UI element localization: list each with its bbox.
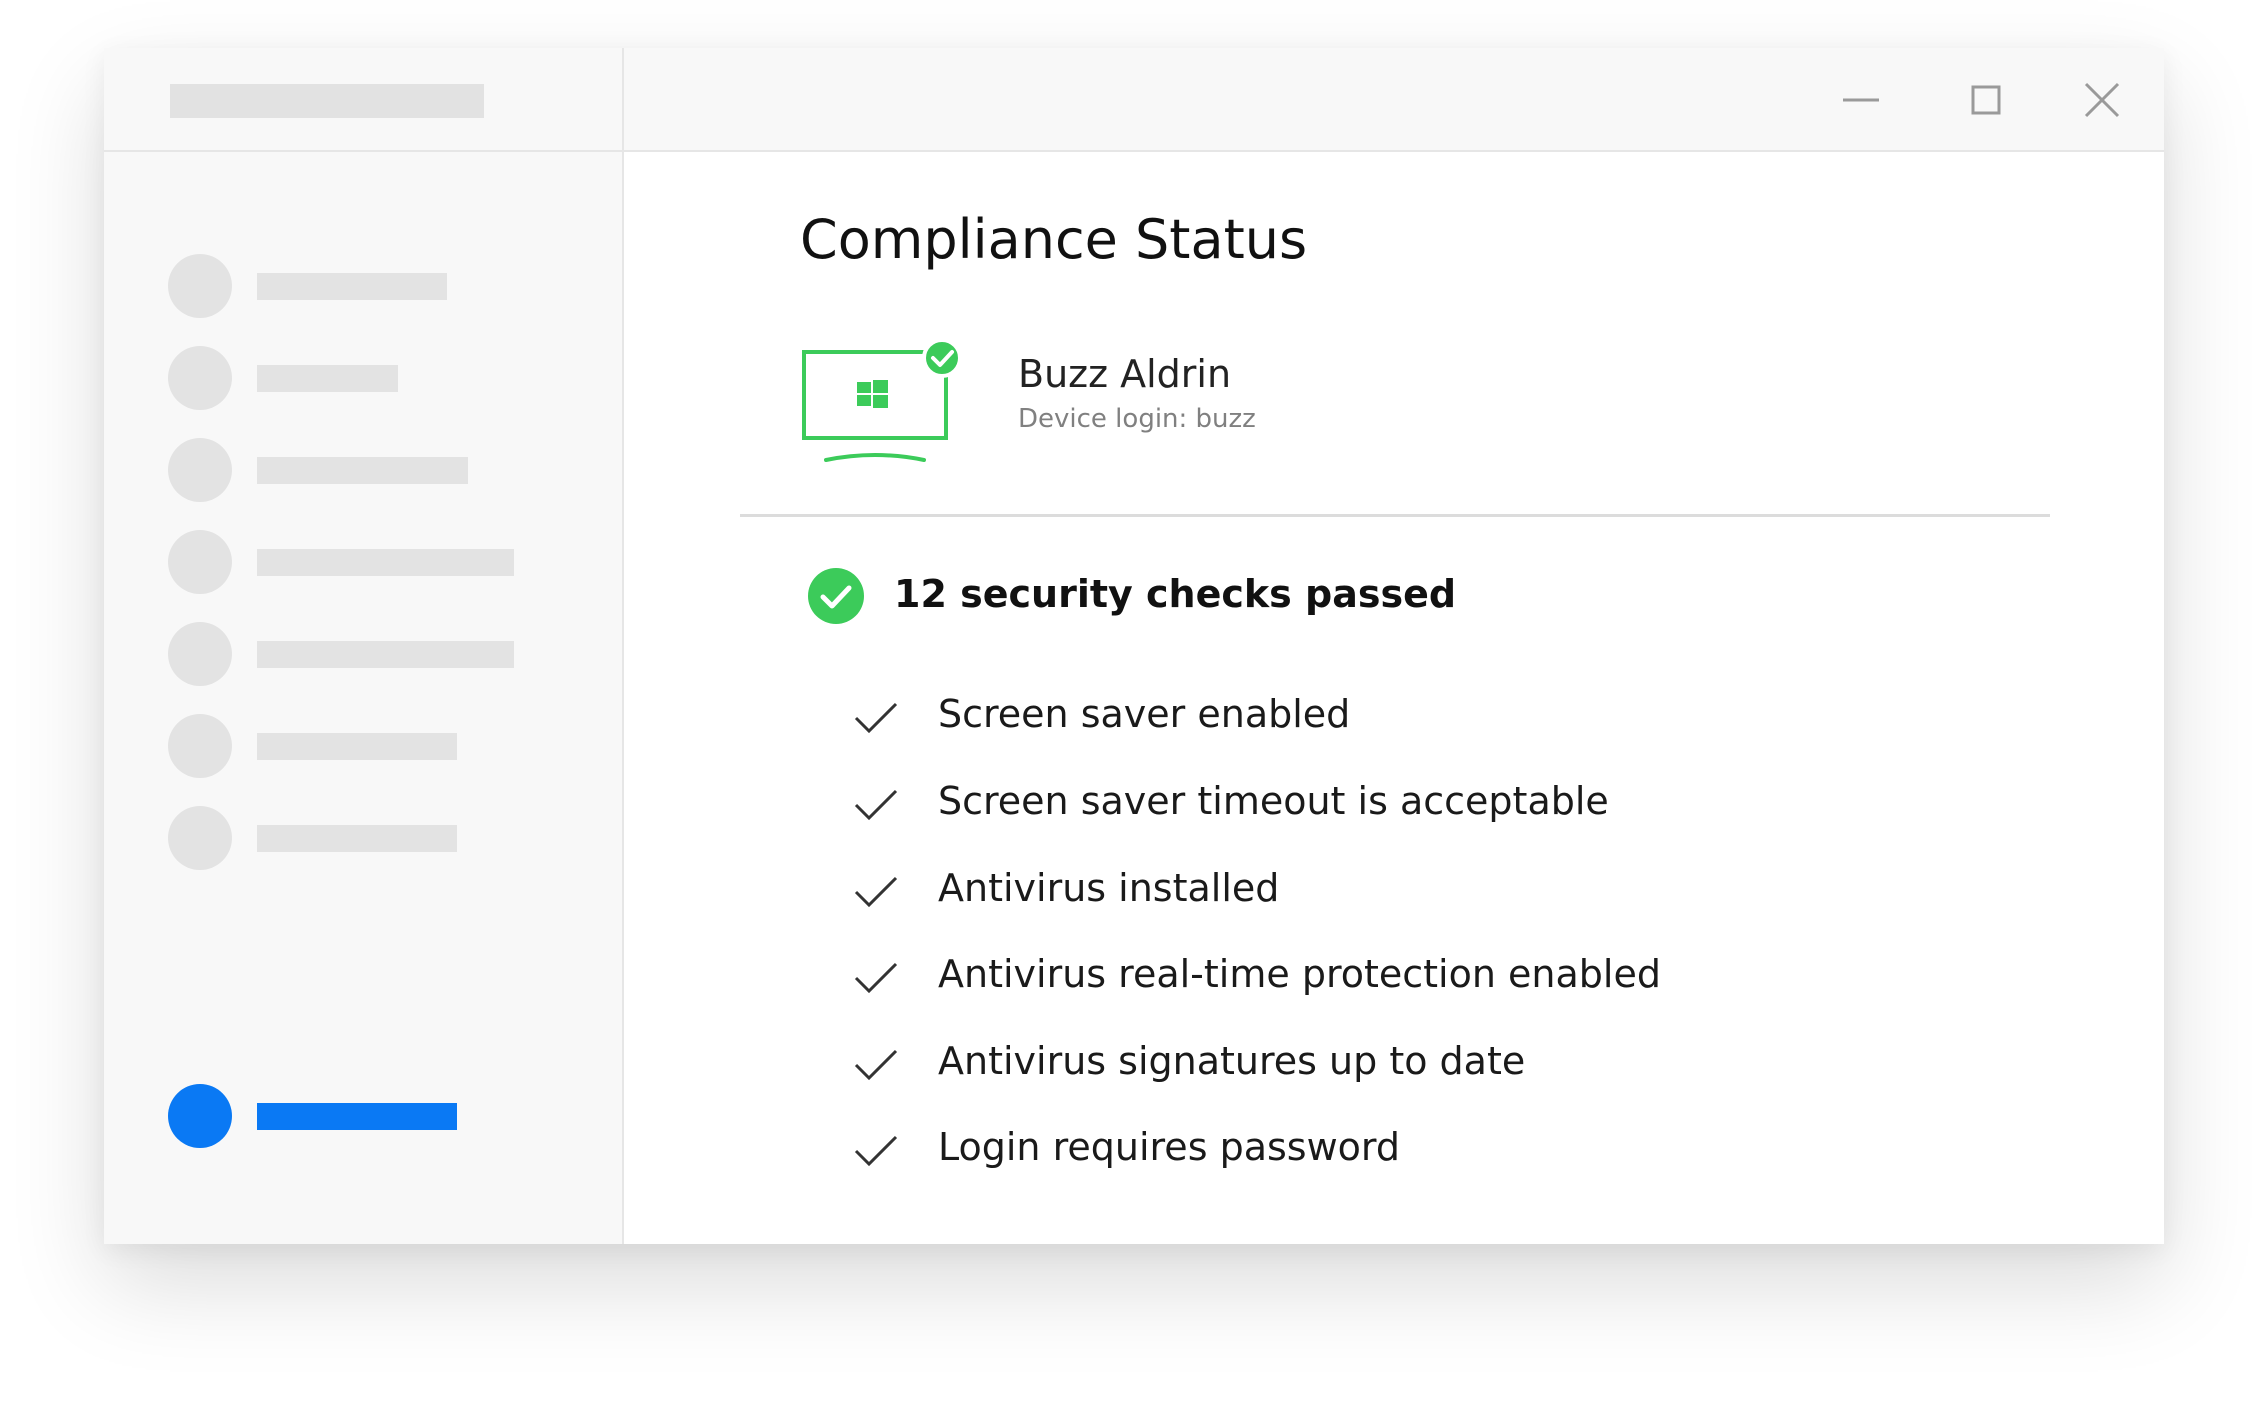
sidebar-item-label-placeholder <box>257 733 457 760</box>
check-label: Screen saver timeout is acceptable <box>938 779 1609 823</box>
sidebar-item-label-placeholder <box>257 641 514 668</box>
check-item: Screen saver enabled <box>852 688 1952 748</box>
check-label: Login requires password <box>938 1125 1400 1169</box>
sidebar-item-1[interactable] <box>168 254 568 318</box>
sidebar-item-icon-placeholder <box>168 254 232 318</box>
maximize-button[interactable] <box>1962 76 2010 124</box>
sidebar-item-label-placeholder <box>257 365 398 392</box>
sidebar-item-label-placeholder <box>257 457 468 484</box>
checkmark-icon <box>854 876 898 908</box>
check-item: Login requires password <box>852 1121 1952 1181</box>
sidebar-item-label-placeholder <box>257 273 447 300</box>
page-title: Compliance Status <box>800 208 1308 271</box>
app-window: Compliance Status Buzz Aldrin Device log… <box>104 48 2164 1244</box>
check-label: Antivirus installed <box>938 866 1280 910</box>
sidebar-item-icon-placeholder <box>168 1084 232 1148</box>
app-title-placeholder <box>170 84 484 118</box>
sidebar-item-active[interactable] <box>168 1084 568 1148</box>
close-icon <box>2084 82 2120 118</box>
sidebar-item-3[interactable] <box>168 438 568 502</box>
compliant-device-icon <box>802 338 962 462</box>
sidebar-item-label-placeholder <box>257 1103 457 1130</box>
close-button[interactable] <box>2078 76 2126 124</box>
check-item: Antivirus real-time protection enabled <box>852 948 1952 1008</box>
sidebar-item-icon-placeholder <box>168 714 232 778</box>
minimize-button[interactable] <box>1837 76 1885 124</box>
section-divider <box>740 514 2050 517</box>
windows-logo-icon <box>857 380 888 408</box>
sidebar-item-icon-placeholder <box>168 806 232 870</box>
minimize-icon <box>1843 98 1879 102</box>
check-item: Antivirus installed <box>852 862 1952 922</box>
sidebar-item-icon-placeholder <box>168 438 232 502</box>
check-circle-icon <box>808 568 864 624</box>
checkmark-icon <box>854 1049 898 1081</box>
check-item: Screen saver timeout is acceptable <box>852 775 1952 835</box>
checkmark-icon <box>854 962 898 994</box>
sidebar-item-icon-placeholder <box>168 622 232 686</box>
check-label: Antivirus signatures up to date <box>938 1039 1526 1083</box>
user-name: Buzz Aldrin <box>1018 352 1232 396</box>
sidebar-item-icon-placeholder <box>168 346 232 410</box>
sidebar <box>104 48 624 1244</box>
sidebar-item-4[interactable] <box>168 530 568 594</box>
sidebar-item-7[interactable] <box>168 806 568 870</box>
check-label: Antivirus real-time protection enabled <box>938 952 1661 996</box>
maximize-icon <box>1971 85 2001 115</box>
title-bar <box>624 48 2164 152</box>
sidebar-item-6[interactable] <box>168 714 568 778</box>
device-login: Device login: buzz <box>1018 404 1256 434</box>
sidebar-item-icon-placeholder <box>168 530 232 594</box>
sidebar-item-label-placeholder <box>257 825 457 852</box>
sidebar-header <box>104 48 622 152</box>
check-item: Antivirus signatures up to date <box>852 1035 1952 1095</box>
checks-summary: 12 security checks passed <box>894 572 1457 616</box>
sidebar-item-2[interactable] <box>168 346 568 410</box>
check-label: Screen saver enabled <box>938 692 1351 736</box>
sidebar-item-label-placeholder <box>257 549 514 576</box>
main-pane: Compliance Status Buzz Aldrin Device log… <box>624 48 2164 1244</box>
sidebar-item-5[interactable] <box>168 622 568 686</box>
checkmark-icon <box>854 789 898 821</box>
checkmark-icon <box>854 702 898 734</box>
checkmark-icon <box>854 1135 898 1167</box>
